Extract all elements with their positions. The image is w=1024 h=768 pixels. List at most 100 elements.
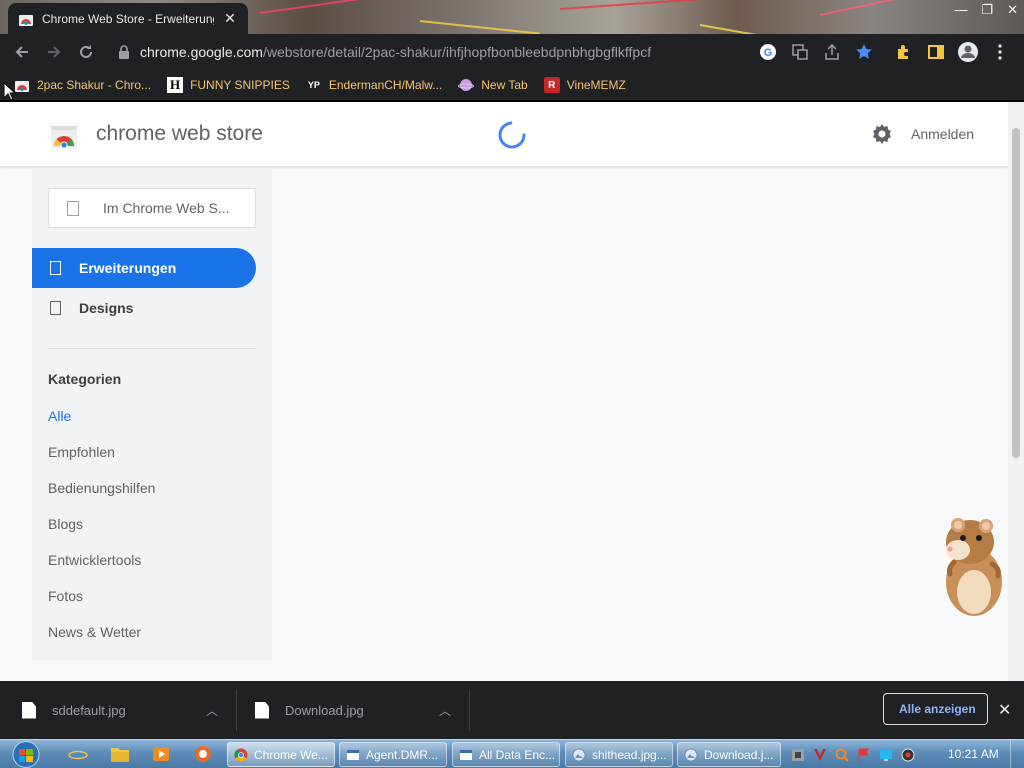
bookmark-star-icon[interactable] [852, 41, 875, 64]
bookmark-label: VineMEMZ [566, 78, 626, 92]
taskbar-clock[interactable]: 10:21 AM [948, 747, 999, 761]
url-path: /webstore/detail/2pac-shakur/ihfjhopfbon… [262, 44, 652, 60]
bookmark-item[interactable]: 2pac Shakur - Chro... [14, 77, 151, 93]
tray-v-icon[interactable] [812, 747, 828, 763]
side-panel-icon[interactable] [924, 41, 947, 64]
tab-title: Chrome Web Store - Erweiterungen [42, 11, 214, 26]
settings-gear-icon[interactable] [871, 123, 893, 145]
search-icon [67, 200, 79, 216]
system-tray [790, 742, 916, 767]
image-viewer-icon [572, 748, 586, 761]
chrome-web-store-logo-icon[interactable] [50, 121, 78, 149]
tab-close-icon[interactable]: ✕ [222, 10, 238, 27]
translate-icon[interactable] [788, 41, 811, 64]
window-icon [460, 749, 472, 760]
nav-extensions[interactable]: Erweiterungen [32, 248, 256, 288]
close-shelf-icon[interactable]: ✕ [998, 700, 1011, 720]
maximize-icon[interactable]: ❐ [981, 2, 993, 18]
file-explorer-icon[interactable] [108, 743, 132, 765]
category-item[interactable]: Entwicklertools [48, 552, 141, 568]
yp-favicon-icon: YP [307, 80, 320, 90]
extensions-puzzle-icon[interactable] [892, 41, 915, 64]
chevron-up-icon[interactable]: ︿ [206, 702, 218, 719]
taskbar-label: Agent.DMR... [366, 747, 439, 762]
bookmark-label: EndermanCH/Malw... [328, 78, 443, 92]
bookmark-item[interactable]: YP EndermanCH/Malw... [306, 77, 442, 93]
windows-taskbar: e Chrome We... Agent.DMR... All Data Enc… [0, 739, 1024, 768]
store-sidebar: Im Chrome Web S... Erweiterungen Designs… [32, 168, 272, 660]
tab-strip: Chrome Web Store - Erweiterungen ✕ — ❐ ✕ [0, 0, 1024, 34]
webstore-favicon-icon [19, 14, 33, 26]
browser-tab[interactable]: Chrome Web Store - Erweiterungen ✕ [8, 3, 248, 34]
download-item[interactable]: Download.jpg ︿ [255, 681, 467, 739]
bookmark-item[interactable]: R VineMEMZ [543, 77, 626, 93]
browser-toolbar: chrome.google.com/webstore/detail/2pac-s… [0, 34, 1024, 70]
minimize-icon[interactable]: — [954, 2, 967, 18]
url-host: chrome.google.com [140, 44, 263, 60]
file-icon [22, 701, 36, 719]
download-filename: Download.jpg [285, 702, 364, 718]
menu-kebab-icon[interactable] [988, 41, 1011, 64]
reload-icon[interactable] [70, 36, 102, 68]
back-icon[interactable] [6, 36, 38, 68]
show-desktop-button[interactable] [1010, 740, 1024, 768]
show-all-downloads-button[interactable]: Alle anzeigen [883, 693, 988, 725]
category-item[interactable]: Empfohlen [48, 444, 115, 460]
google-lens-icon[interactable]: G [756, 41, 779, 64]
taskbar-button[interactable]: All Data Enc... [452, 742, 560, 767]
internet-explorer-icon[interactable]: e [66, 743, 90, 765]
store-brand[interactable]: chrome web store [96, 122, 263, 146]
nav-label: Erweiterungen [79, 260, 177, 276]
scrollbar-thumb[interactable] [1012, 128, 1020, 458]
taskbar-button[interactable]: Agent.DMR... [339, 742, 447, 767]
store-header: chrome web store Anmelden [0, 102, 1008, 166]
taskbar-button[interactable]: shithead.jpg... [565, 742, 673, 767]
share-icon[interactable] [820, 41, 843, 64]
url-text[interactable]: chrome.google.com/webstore/detail/2pac-s… [140, 44, 651, 60]
shelf-divider [236, 689, 237, 731]
signin-link[interactable]: Anmelden [911, 126, 974, 142]
chrome-icon [234, 748, 248, 761]
taskbar-label: All Data Enc... [479, 747, 556, 762]
taskbar-button[interactable]: Chrome We... [227, 742, 335, 767]
tray-flag-icon[interactable] [856, 747, 872, 763]
planet-favicon-icon [458, 77, 475, 93]
web-page: chrome web store Anmelden Im Chrome Web … [0, 102, 1024, 681]
download-item[interactable]: sddefault.jpg ︿ [22, 681, 234, 739]
bookmark-item[interactable]: New Tab [458, 77, 528, 93]
chevron-up-icon[interactable]: ︿ [439, 702, 451, 719]
app-quicklaunch-icon[interactable] [191, 743, 215, 765]
nav-themes[interactable]: Designs [32, 288, 256, 328]
r-favicon-icon: R [543, 77, 560, 93]
search-placeholder: Im Chrome Web S... [103, 200, 230, 216]
tray-search-icon[interactable] [834, 747, 850, 763]
window-controls: — ❐ ✕ [954, 2, 1018, 18]
themes-icon [50, 301, 61, 315]
category-item[interactable]: Blogs [48, 516, 83, 532]
window-close-icon[interactable]: ✕ [1007, 2, 1018, 18]
download-filename: sddefault.jpg [52, 702, 126, 718]
download-shelf: sddefault.jpg ︿ Download.jpg ︿ Alle anze… [0, 681, 1024, 739]
category-item[interactable]: News & Wetter [48, 624, 141, 640]
h-favicon-icon: H [167, 77, 184, 93]
start-orb-icon[interactable] [6, 740, 46, 768]
tray-monitor-icon[interactable] [878, 747, 894, 763]
image-viewer-icon [684, 748, 698, 761]
category-item[interactable]: Alle [48, 408, 71, 424]
lock-icon[interactable] [118, 45, 130, 59]
forward-icon[interactable] [38, 36, 70, 68]
tray-volume-icon[interactable] [900, 747, 916, 763]
bookmark-item[interactable]: H FUNNY SNIPPIES [167, 77, 290, 93]
category-item[interactable]: Fotos [48, 588, 83, 604]
tray-app-icon[interactable] [790, 747, 806, 763]
bookmark-label: 2pac Shakur - Chro... [37, 78, 152, 92]
loading-spinner-icon [498, 121, 526, 149]
hamster-overlay-icon [946, 518, 1002, 616]
toolbar-actions: G [756, 34, 1011, 70]
page-scrollbar[interactable] [1008, 102, 1024, 681]
category-item[interactable]: Bedienungshilfen [48, 480, 155, 496]
store-search-input[interactable]: Im Chrome Web S... [48, 188, 256, 228]
profile-avatar-icon[interactable] [956, 41, 979, 64]
taskbar-button[interactable]: Download.j... [677, 742, 781, 767]
media-player-icon[interactable] [149, 743, 173, 765]
